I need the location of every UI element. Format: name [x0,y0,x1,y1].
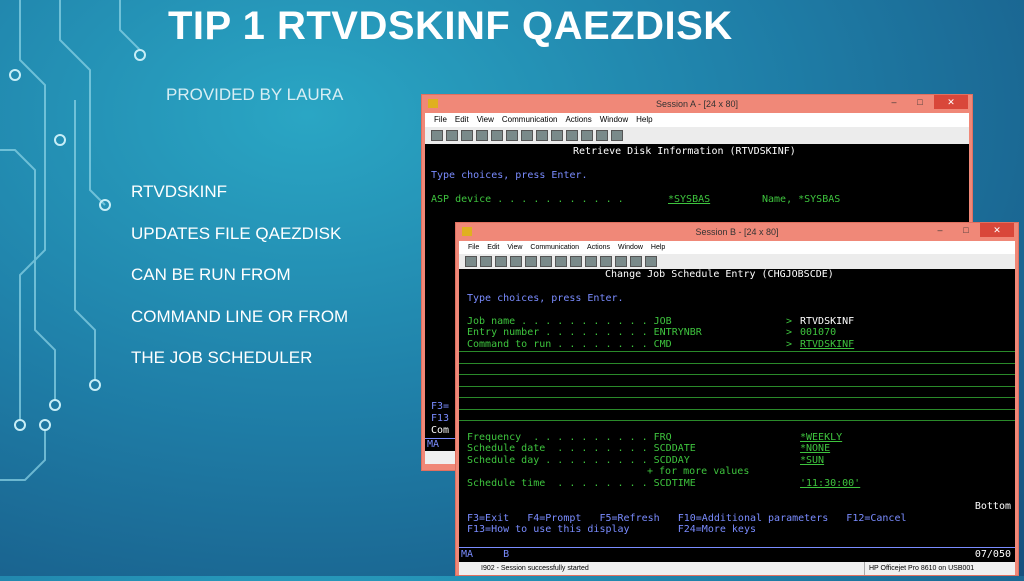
circuit-decoration [0,0,146,481]
asp-device-input[interactable]: *SYSBAS [668,194,710,206]
stop-icon[interactable] [566,130,578,141]
play-icon[interactable] [615,256,627,267]
fkey-text: F13 [431,413,450,424]
status-bar: I902 - Session successfully started HP O… [459,562,1015,575]
display-icon[interactable] [540,256,552,267]
bottom-indicator: Bottom [974,501,1011,512]
entry-number-value: 001070 [800,327,837,338]
maximize-button[interactable]: □ [908,95,932,109]
receive-icon[interactable] [525,256,537,267]
menu-window[interactable]: Window [618,241,643,254]
bullet: RTVDSKINF [131,182,228,201]
field-marker: > [786,339,793,350]
oia-bar: MA B 07/050 [459,547,1015,562]
menu-window[interactable]: Window [600,113,628,127]
menu-edit[interactable]: Edit [455,113,469,127]
close-button[interactable]: ✕ [934,95,968,109]
title-bar: Session A - [24 x 80] – □ ✕ [422,95,972,113]
schedule-date-input[interactable]: *NONE [800,443,830,455]
bullet: UPDATES FILE QAEZDISK [131,224,342,243]
screen-header: Retrieve Disk Information (RTVDSKINF) [573,146,796,157]
paste-icon[interactable] [495,256,507,267]
slide-subtitle: PROVIDED BY LAURA [166,85,344,104]
menu-file[interactable]: File [434,113,447,127]
macro-icon[interactable] [570,256,582,267]
print-icon[interactable] [465,256,477,267]
menu-communication[interactable]: Communication [502,113,558,127]
menu-file[interactable]: File [468,241,479,254]
slide-title: TIP 1 RTVDSKINF QAEZDISK [168,4,733,48]
fkey-text: F3= [431,401,450,412]
paste-icon[interactable] [461,130,473,141]
menu-help[interactable]: Help [636,113,652,127]
help-icon[interactable] [611,130,623,141]
oia-text: MA [427,439,440,450]
status-message: I902 - Session successfully started [481,565,589,572]
command-text: Com [431,425,450,436]
terminal-screen[interactable]: Change Job Schedule Entry (CHGJOBSCDE) T… [459,269,1015,547]
asp-label: ASP device . . . . . . . . . . . [431,194,624,205]
send-icon[interactable] [510,256,522,267]
stop-icon[interactable] [600,256,612,267]
help-icon[interactable] [645,256,657,267]
prompt-text: Type choices, press Enter. [467,293,624,304]
oia-text: MA B [461,549,510,560]
close-button[interactable]: ✕ [980,223,1014,237]
more-values-text: + for more values [647,466,750,477]
command-input[interactable]: RTVDSKINF [800,339,854,351]
cursor-position: 07/050 [974,549,1011,560]
schedule-time-input[interactable]: '11:30:00' [800,478,860,490]
menu-view[interactable]: View [507,241,522,254]
minimize-button[interactable]: – [928,223,952,237]
toolbar [425,127,969,144]
asp-hint: Name, *SYSBAS [762,194,841,205]
print-icon[interactable] [431,130,443,141]
record-icon[interactable] [551,130,563,141]
display-icon[interactable] [521,130,533,141]
copy-icon[interactable] [446,130,458,141]
maximize-button[interactable]: □ [954,223,978,237]
bullet: COMMAND LINE OR FROM [131,307,349,326]
screen-header: Change Job Schedule Entry (CHGJOBSCDE) [605,269,834,280]
prompt-text: Type choices, press Enter. [431,170,588,181]
field-label: Command to run . . . . . . . . CMD [467,339,672,350]
menu-bar: File Edit View Communication Actions Window He… [425,113,969,127]
schedule-day-input[interactable]: *SUN [800,455,824,467]
receive-icon[interactable] [491,130,503,141]
display-icon[interactable] [555,256,567,267]
copy-icon[interactable] [480,256,492,267]
send-icon[interactable] [476,130,488,141]
macro-icon[interactable] [536,130,548,141]
app-icon [428,99,438,108]
minimize-button[interactable]: – [882,95,906,109]
app-icon [462,227,472,236]
bullet: CAN BE RUN FROM [131,265,291,284]
globe-icon[interactable] [596,130,608,141]
printer-status: HP Officejet Pro 8610 on USB001 [864,562,974,575]
function-keys-2: F13=How to use this display F24=More key… [467,524,756,535]
field-label: Schedule time . . . . . . . . SCDTIME [467,478,696,489]
field-marker: > [786,327,793,338]
bullet: THE JOB SCHEDULER [131,348,313,367]
window-title: Session A - [24 x 80] [655,99,739,109]
title-bar: Session B - [24 x 80] – □ ✕ [456,223,1018,241]
session-b-window[interactable]: Session B - [24 x 80] – □ ✕ File Edit View Co… [455,222,1019,576]
menu-bar: File Edit View Communication Actions Window He… [459,241,1015,254]
field-label: Schedule date . . . . . . . . SCDDATE [467,443,696,454]
window-title: Session B - [24 x 80] [695,227,779,237]
display-icon[interactable] [506,130,518,141]
menu-communication[interactable]: Communication [530,241,579,254]
globe-icon[interactable] [630,256,642,267]
record-icon[interactable] [585,256,597,267]
menu-view[interactable]: View [477,113,494,127]
menu-help[interactable]: Help [651,241,665,254]
play-icon[interactable] [581,130,593,141]
menu-edit[interactable]: Edit [487,241,499,254]
toolbar [459,254,1015,269]
menu-actions[interactable]: Actions [587,241,610,254]
menu-actions[interactable]: Actions [565,113,591,127]
field-label: Entry number . . . . . . . . . ENTRYNBR [467,327,702,338]
